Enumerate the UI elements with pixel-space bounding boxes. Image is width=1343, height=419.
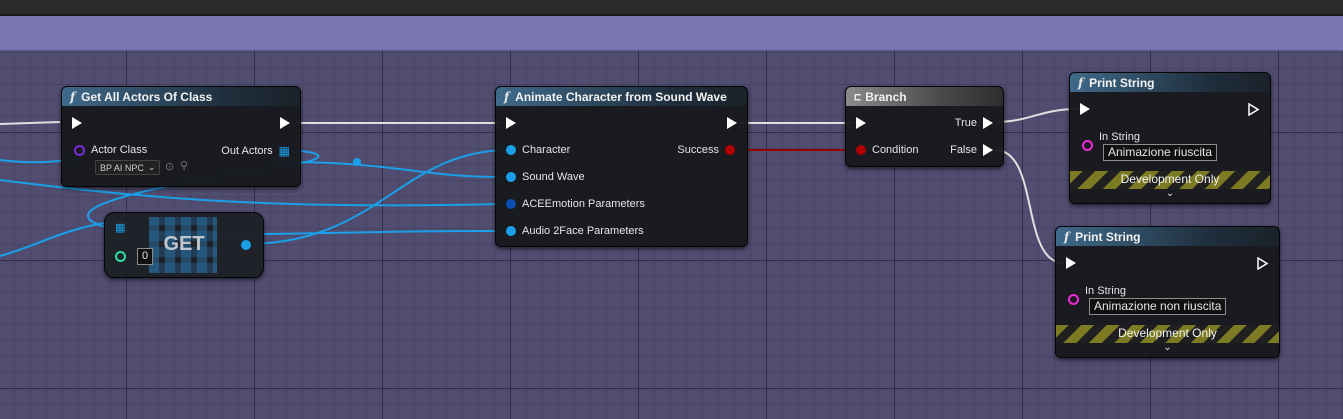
exec-in-pin[interactable]: [1066, 257, 1076, 269]
actor-class-dropdown[interactable]: BP AI NPC ⌄: [95, 160, 161, 175]
function-icon: f: [504, 89, 510, 104]
array-grid-icon: ▦: [278, 144, 290, 158]
in-string-label: In String: [1099, 131, 1140, 143]
get-output-pin[interactable]: [241, 240, 251, 250]
success-label: Success: [677, 144, 719, 156]
in-string-label: In String: [1085, 285, 1126, 297]
node-header[interactable]: f Print String: [1056, 227, 1279, 246]
function-icon: f: [1064, 229, 1070, 244]
get-title: GET: [163, 233, 205, 255]
success-pin[interactable]: Success: [671, 144, 735, 156]
node-array-get[interactable]: ▦ GET 0: [104, 212, 264, 278]
character-pin[interactable]: Character: [506, 144, 576, 156]
in-string-input[interactable]: Animazione riuscita: [1103, 144, 1218, 161]
true-pin[interactable]: True: [949, 117, 993, 129]
node-header[interactable]: f Get All Actors Of Class: [62, 87, 300, 106]
node-animate-character[interactable]: f Animate Character from Sound Wave Char…: [495, 86, 748, 247]
object-wire-to-sound-wave: [282, 161, 511, 179]
actor-class-label: Actor Class: [91, 144, 148, 156]
reroute-node: [353, 158, 361, 166]
class-pin-icon: [74, 144, 85, 156]
exec-out-pin[interactable]: [727, 117, 737, 129]
exec-wire-false-to-print: [994, 149, 1065, 264]
node-print-string-fail[interactable]: f Print String In String Animazione non …: [1055, 226, 1280, 358]
node-title: Get All Actors Of Class: [81, 89, 213, 104]
audio-2face-parameters-label: Audio 2Face Parameters: [522, 225, 644, 237]
chevron-down-icon[interactable]: ⌄: [1070, 188, 1270, 199]
exec-wire-true-to-print: [994, 108, 1079, 123]
in-string-pin[interactable]: [1082, 140, 1093, 151]
condition-pin[interactable]: Condition: [856, 144, 924, 156]
branch-icon: ⊏: [854, 89, 862, 104]
exec-out-pin[interactable]: [280, 117, 290, 129]
exec-out-pin[interactable]: [1248, 103, 1260, 116]
ace-emotion-parameters-pin[interactable]: ACEEmotion Parameters: [506, 198, 651, 210]
node-title: Animate Character from Sound Wave: [515, 89, 727, 104]
browse-icon[interactable]: ⊙: [165, 160, 174, 173]
character-label: Character: [522, 144, 571, 156]
development-only-banner: Development Only: [1070, 171, 1270, 189]
actor-class-value: BP AI NPC: [100, 162, 144, 173]
node-title: Print String: [1075, 229, 1141, 244]
chevron-down-icon: ⌄: [147, 162, 156, 172]
node-branch[interactable]: ⊏ Branch True Condition False: [845, 86, 1004, 167]
actor-class-pin[interactable]: Actor Class: [74, 144, 153, 156]
function-icon: f: [1078, 75, 1084, 90]
node-title: Branch: [865, 89, 907, 104]
node-print-string-success[interactable]: f Print String In String Animazione rius…: [1069, 72, 1271, 204]
index-input[interactable]: 0: [137, 248, 154, 265]
node-header[interactable]: f Print String: [1070, 73, 1270, 92]
exec-wire-incoming: [0, 121, 61, 125]
true-label: True: [954, 117, 977, 129]
false-label: False: [950, 144, 977, 156]
node-header[interactable]: f Animate Character from Sound Wave: [496, 87, 747, 106]
chevron-down-icon[interactable]: ⌄: [1056, 342, 1279, 353]
node-get-all-actors-of-class[interactable]: f Get All Actors Of Class Actor Class BP…: [61, 86, 301, 187]
exec-out-pin[interactable]: [1257, 257, 1269, 270]
in-string-pin[interactable]: [1068, 294, 1079, 305]
index-pin[interactable]: [115, 251, 126, 262]
function-icon: f: [70, 89, 76, 104]
exec-in-pin[interactable]: [72, 117, 82, 129]
in-string-input[interactable]: Animazione non riuscita: [1089, 298, 1227, 315]
exec-in-pin[interactable]: [1080, 103, 1090, 115]
false-pin[interactable]: False: [944, 144, 993, 156]
condition-label: Condition: [872, 144, 919, 156]
audio-2face-parameters-pin[interactable]: Audio 2Face Parameters: [506, 225, 650, 237]
development-only-label: Development Only: [1118, 326, 1217, 340]
search-icon[interactable]: ⚲: [180, 159, 188, 172]
sound-wave-label: Sound Wave: [522, 171, 585, 183]
exec-in-pin[interactable]: [506, 117, 516, 129]
out-actors-label: Out Actors: [221, 145, 273, 157]
node-title: Print String: [1089, 75, 1155, 90]
sound-wave-pin[interactable]: Sound Wave: [506, 171, 591, 183]
development-only-label: Development Only: [1120, 172, 1220, 186]
ace-emotion-parameters-label: ACEEmotion Parameters: [522, 198, 645, 210]
exec-in-pin[interactable]: [856, 117, 866, 129]
node-header[interactable]: ⊏ Branch: [846, 87, 1003, 106]
object-wire-incoming-3: [0, 221, 111, 257]
out-actors-pin[interactable]: Out Actors ▦: [215, 144, 290, 158]
development-only-banner: Development Only: [1056, 325, 1279, 343]
